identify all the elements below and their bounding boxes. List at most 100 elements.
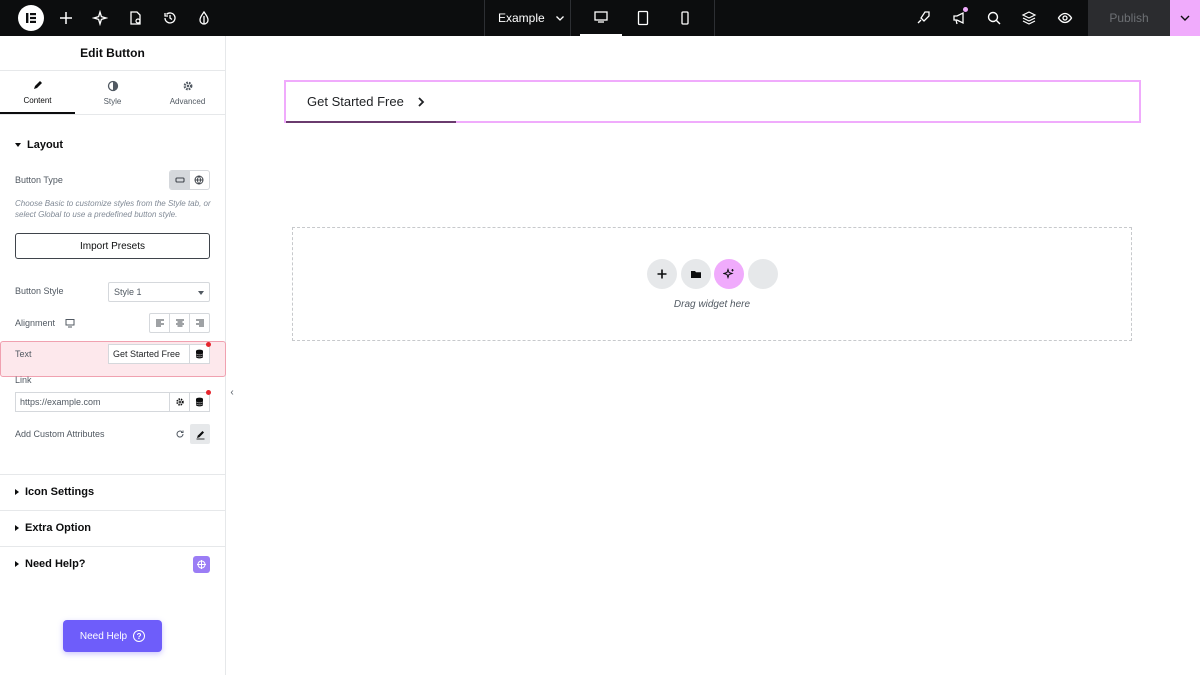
section-layout-toggle[interactable]: Layout	[15, 139, 63, 151]
canvas-button-text: Get Started Free	[307, 94, 404, 109]
button-type-global[interactable]	[190, 171, 210, 189]
add-element-icon[interactable]	[56, 8, 76, 28]
caret-down-icon	[15, 143, 21, 147]
text-value: Get Started Free	[113, 349, 181, 359]
pencil-icon	[33, 80, 42, 89]
caret-right-icon	[15, 525, 19, 531]
button-style-select[interactable]: Style 1	[108, 282, 210, 302]
tab-content[interactable]: Content	[0, 71, 75, 114]
button-type-basic[interactable]	[170, 171, 190, 189]
chevron-right-icon	[418, 96, 425, 107]
history-icon[interactable]	[160, 8, 180, 28]
section-title: Need Help?	[25, 558, 86, 570]
button-type-toggle	[169, 170, 210, 190]
notification-dot	[963, 7, 968, 12]
site-selector[interactable]: Example	[498, 0, 565, 36]
question-icon: ?	[133, 630, 146, 642]
link-value: https://example.com	[20, 397, 101, 407]
drop-zone[interactable]: Drag widget here	[292, 227, 1132, 341]
section-title: Layout	[27, 139, 64, 151]
align-right-icon[interactable]	[190, 314, 209, 332]
align-left-icon[interactable]	[150, 314, 170, 332]
caret-right-icon	[15, 561, 19, 567]
search-icon[interactable]	[984, 8, 1004, 28]
divider	[0, 510, 226, 511]
dynamic-tags-database-icon[interactable]	[189, 345, 209, 363]
elementor-logo-icon[interactable]	[18, 5, 44, 31]
plugin-badge-icon	[193, 556, 210, 573]
divider	[484, 0, 485, 36]
mobile-view-icon[interactable]	[664, 0, 706, 36]
edit-attributes-button[interactable]	[190, 424, 210, 444]
section-title: Icon Settings	[25, 486, 95, 498]
need-help-label: Need Help	[79, 630, 128, 642]
pencil-icon	[196, 430, 204, 439]
site-style-drop-icon[interactable]	[194, 8, 214, 28]
desktop-view-icon[interactable]	[580, 0, 622, 36]
structure-layers-icon[interactable]	[1019, 8, 1039, 28]
reset-icon[interactable]	[174, 428, 186, 440]
section-need-help-toggle[interactable]: Need Help?	[15, 558, 86, 570]
divider	[0, 474, 226, 475]
import-presets-button[interactable]: Import Presets	[15, 233, 210, 259]
button-shape-icon	[175, 177, 185, 183]
tab-label: Advanced	[169, 96, 206, 106]
alignment-row: Alignment	[15, 318, 75, 328]
drop-zone-text: Drag widget here	[673, 299, 751, 310]
desktop-responsive-icon[interactable]	[65, 318, 75, 328]
add-section-button[interactable]	[647, 259, 677, 289]
extra-action-button[interactable]	[748, 259, 778, 289]
button-type-label: Button Type	[15, 175, 63, 185]
align-center-icon[interactable]	[170, 314, 190, 332]
site-name: Example	[498, 11, 545, 25]
button-type-hint: Choose Basic to customize styles from th…	[15, 199, 211, 219]
caret-right-icon	[15, 489, 19, 495]
rocket-icon[interactable]	[913, 8, 933, 28]
section-title: Extra Option	[25, 522, 92, 534]
indicator-dot	[206, 390, 211, 395]
alignment-label: Alignment	[15, 318, 56, 328]
divider	[570, 0, 571, 36]
link-url-field[interactable]: https://example.com	[15, 392, 210, 412]
divider	[0, 546, 226, 547]
page-settings-icon[interactable]	[125, 8, 145, 28]
caret-down-icon	[198, 291, 204, 295]
editor-panel: Edit Button Content Style Advanced Layou…	[0, 36, 234, 675]
chevron-down-icon	[555, 16, 564, 21]
panel-title: Edit Button	[80, 46, 145, 60]
publish-button[interactable]: Publish	[1088, 0, 1170, 36]
plus-icon	[657, 269, 667, 279]
custom-attributes-label: Add Custom Attributes	[15, 429, 105, 439]
globe-icon	[194, 175, 204, 185]
collapse-panel-chevron-icon[interactable]: ‹	[226, 382, 238, 402]
ai-sparkle-icon[interactable]	[90, 8, 110, 28]
add-template-button[interactable]	[681, 259, 711, 289]
divider	[714, 0, 715, 36]
button-widget-selected[interactable]: Get Started Free	[284, 80, 1141, 123]
preview-eye-icon[interactable]	[1055, 8, 1075, 28]
tab-label: Content	[23, 95, 52, 105]
canvas-button[interactable]: Get Started Free	[286, 82, 456, 123]
panel-tabs: Content Style Advanced	[0, 70, 225, 115]
ai-generate-button[interactable]	[714, 259, 744, 289]
chevron-down-icon	[1180, 15, 1190, 21]
button-style-label: Button Style	[15, 286, 64, 296]
button-text-field[interactable]: Get Started Free	[108, 344, 210, 364]
need-help-button[interactable]: Need Help ?	[63, 620, 162, 652]
dynamic-tags-database-icon[interactable]	[189, 393, 209, 411]
tab-advanced[interactable]: Advanced	[150, 71, 225, 114]
top-bar: Example Publish	[0, 0, 1200, 36]
link-options-gear-icon[interactable]	[169, 393, 189, 411]
alignment-control	[149, 313, 210, 333]
tablet-view-icon[interactable]	[622, 0, 664, 36]
folder-icon	[691, 271, 701, 278]
publish-options-button[interactable]	[1170, 0, 1200, 36]
ai-sparkle-icon	[723, 268, 734, 280]
select-value: Style 1	[114, 287, 142, 297]
gear-icon	[183, 81, 192, 90]
tab-style[interactable]: Style	[75, 71, 150, 114]
section-icon-settings-toggle[interactable]: Icon Settings	[15, 486, 94, 498]
section-extra-option-toggle[interactable]: Extra Option	[15, 522, 91, 534]
link-label: Link	[15, 375, 32, 385]
text-label: Text	[15, 349, 32, 359]
